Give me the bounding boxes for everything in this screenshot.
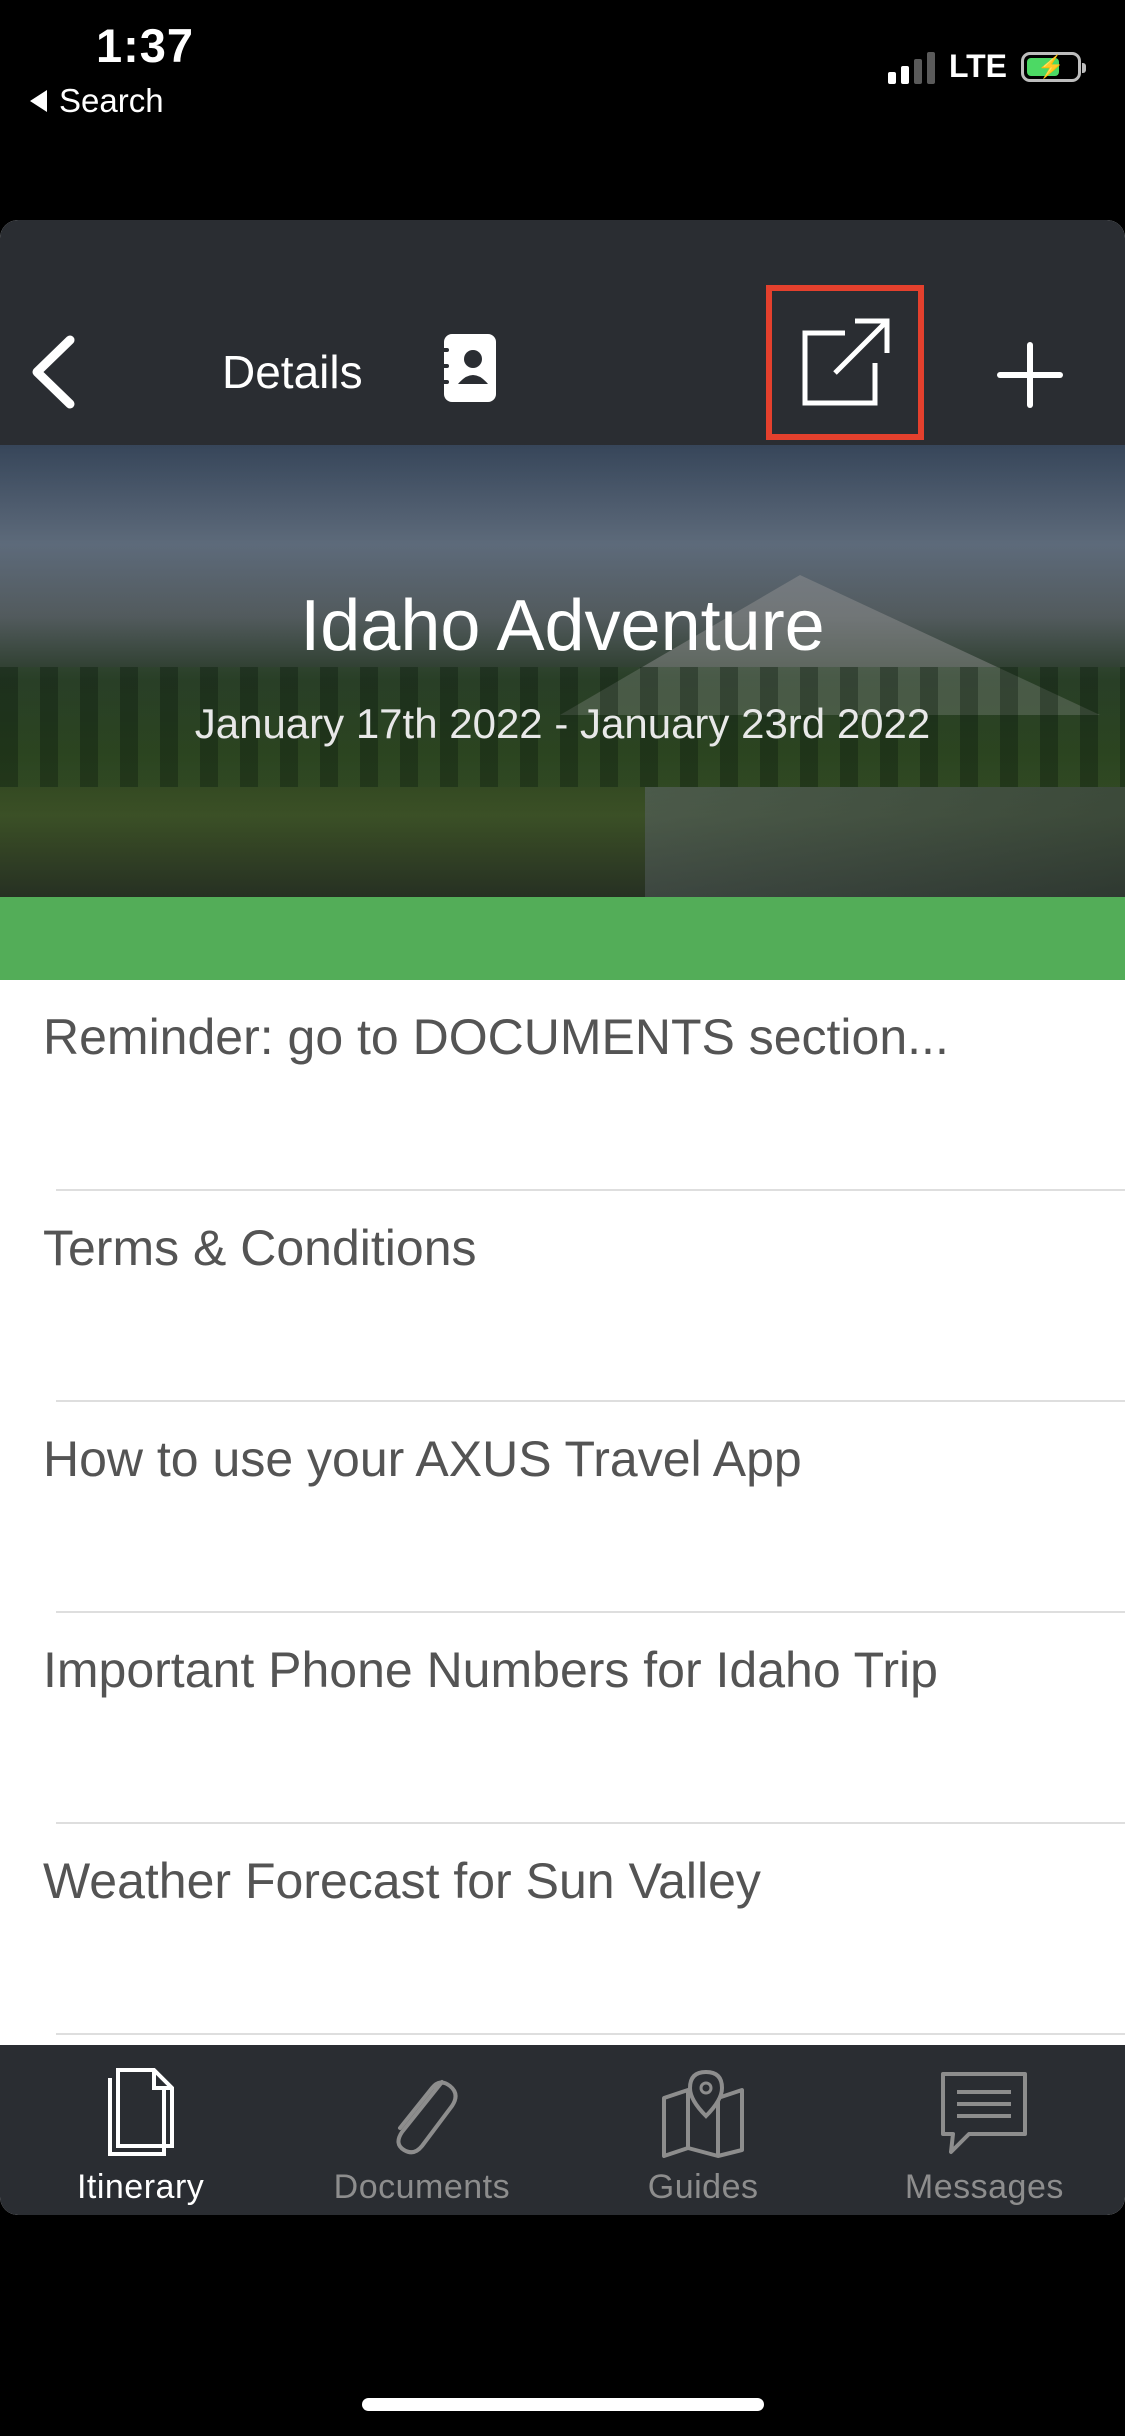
tab-label: Documents: [333, 2168, 511, 2206]
tab-label: Itinerary: [76, 2168, 205, 2206]
app-panel: Details Idaho Adventure January 17th 202…: [0, 220, 1125, 2215]
tab-label: Guides: [647, 2168, 759, 2206]
list-item[interactable]: Important Phone Numbers for Idaho Trip: [0, 1613, 1125, 1824]
signal-icon: [887, 50, 935, 84]
back-to-search-label: Search: [59, 82, 164, 119]
tab-documents[interactable]: Documents: [281, 2045, 562, 2215]
home-indicator[interactable]: [362, 2398, 764, 2411]
plus-icon: [997, 342, 1063, 408]
accent-bar: [0, 897, 1125, 980]
tab-label: Messages: [904, 2168, 1064, 2206]
share-button[interactable]: [766, 285, 924, 440]
share-external-icon: [802, 318, 890, 405]
list-item-label: Weather Forecast for Sun Valley: [43, 1853, 761, 1909]
list-item-label: Important Phone Numbers for Idaho Trip: [43, 1642, 938, 1698]
list-item-label: Terms & Conditions: [43, 1220, 477, 1276]
tab-bar: Itinerary Documents Guides Messages: [0, 2045, 1125, 2215]
itinerary-list: Reminder: go to DOCUMENTS section... Ter…: [0, 980, 1125, 2035]
list-item[interactable]: Terms & Conditions: [0, 1191, 1125, 1402]
trip-hero-banner: Idaho Adventure January 17th 2022 - Janu…: [0, 445, 1125, 897]
list-item-label: How to use your AXUS Travel App: [43, 1431, 802, 1487]
status-indicators: LTE ⚡: [887, 48, 1086, 85]
map-pin-icon: [662, 2069, 745, 2158]
trip-title: Idaho Adventure: [300, 586, 825, 666]
list-item[interactable]: Weather Forecast for Sun Valley: [0, 1824, 1125, 2035]
contacts-book-icon: [440, 334, 496, 402]
list-item[interactable]: Reminder: go to DOCUMENTS section...: [0, 980, 1125, 1191]
battery-icon: ⚡: [1021, 51, 1086, 82]
tab-messages[interactable]: Messages: [844, 2045, 1125, 2215]
paperclip-icon: [396, 2079, 458, 2154]
navbar: Details: [0, 220, 1125, 445]
divider: [56, 2033, 1125, 2035]
tab-itinerary[interactable]: Itinerary: [0, 2045, 281, 2215]
tab-guides[interactable]: Guides: [563, 2045, 844, 2215]
contacts-button[interactable]: [440, 332, 498, 404]
add-button[interactable]: [990, 335, 1070, 415]
network-type: LTE: [948, 48, 1007, 84]
chevron-left-icon: [32, 335, 75, 409]
list-item[interactable]: How to use your AXUS Travel App: [0, 1402, 1125, 1613]
back-triangle-icon: [30, 90, 47, 112]
trip-dates: January 17th 2022 - January 23rd 2022: [194, 700, 931, 747]
back-button[interactable]: [25, 332, 85, 412]
document-icon: [107, 2067, 174, 2156]
list-item-label: Reminder: go to DOCUMENTS section...: [43, 1009, 949, 1065]
status-time: 1:37: [96, 19, 195, 72]
navbar-title: Details: [222, 346, 363, 398]
message-icon: [941, 2071, 1028, 2154]
back-to-search-link[interactable]: Search: [30, 82, 164, 120]
